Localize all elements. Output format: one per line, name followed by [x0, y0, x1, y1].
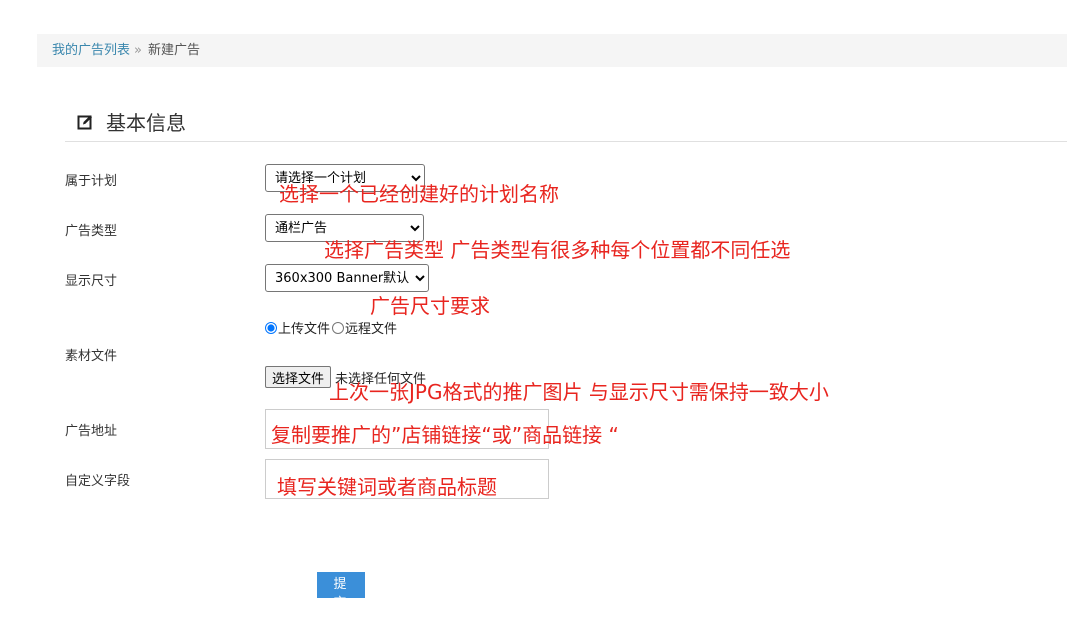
material-source-radio-group: 上传文件 远程文件: [265, 318, 399, 337]
radio-remote-label: 远程文件: [345, 322, 398, 337]
plan-label: 属于计划: [65, 174, 118, 189]
ad-url-input[interactable]: [265, 409, 549, 449]
choose-file-button[interactable]: 选择文件: [265, 366, 332, 388]
plan-select[interactable]: 请选择一个计划: [265, 164, 425, 192]
radio-upload-label: 上传文件: [278, 322, 331, 337]
size-select[interactable]: 360x300 Banner默认: [265, 264, 429, 292]
custom-field-label: 自定义字段: [65, 474, 131, 489]
section-title: 基本信息: [106, 111, 186, 135]
breadcrumb-link-ad-list[interactable]: 我的广告列表: [52, 43, 130, 58]
ad-type-select[interactable]: 通栏广告: [265, 214, 424, 242]
submit-button[interactable]: 提 交: [317, 572, 365, 611]
annotation-size: 广告尺寸要求: [370, 294, 490, 318]
file-status-text: 未选择任何文件: [335, 371, 427, 387]
radio-upload-option[interactable]: 上传文件: [265, 318, 330, 337]
radio-upload[interactable]: [265, 321, 277, 334]
material-label: 素材文件: [65, 349, 118, 364]
custom-field-input[interactable]: [265, 459, 549, 499]
edit-icon: [77, 115, 92, 130]
breadcrumb-separator: »: [134, 43, 142, 58]
breadcrumb-current: 新建广告: [147, 43, 200, 58]
section-header: 基本信息: [65, 106, 1067, 142]
size-label: 显示尺寸: [65, 274, 118, 289]
ad-url-label: 广告地址: [65, 424, 118, 439]
breadcrumb: 我的广告列表 » 新建广告: [37, 34, 1067, 67]
file-input: 选择文件 未选择任何文件: [265, 366, 426, 388]
radio-remote[interactable]: [332, 321, 345, 334]
radio-remote-option[interactable]: 远程文件: [332, 318, 397, 337]
ad-type-label: 广告类型: [65, 224, 118, 239]
